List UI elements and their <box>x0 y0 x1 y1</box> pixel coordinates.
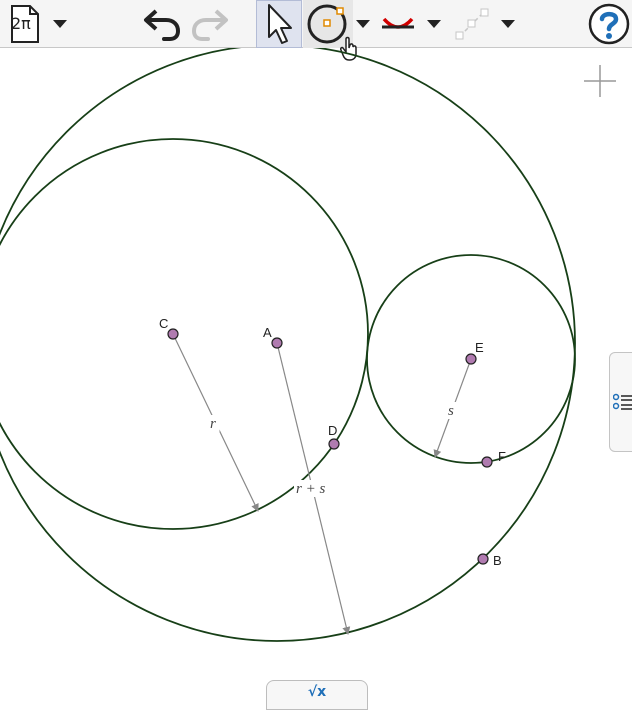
triangle-down-icon <box>427 20 441 28</box>
arc-tool-button[interactable] <box>376 0 420 48</box>
point-label: B <box>493 553 502 568</box>
graphics-view[interactable]: r r + s s C A E D F B <box>0 48 632 704</box>
point-label: C <box>159 316 168 331</box>
triangle-down-icon <box>356 20 370 28</box>
segment-label: s <box>448 403 454 419</box>
redo-button[interactable] <box>188 0 232 48</box>
point-label: A <box>263 325 272 340</box>
algebra-input-tab[interactable]: √x <box>266 680 368 710</box>
point-label: D <box>328 423 337 438</box>
point-a[interactable] <box>271 337 283 349</box>
large-circle[interactable] <box>0 48 576 642</box>
style-bar-toggle[interactable] <box>609 352 632 452</box>
point-label: E <box>475 340 484 355</box>
circle-c[interactable] <box>0 138 369 530</box>
help-button[interactable] <box>586 0 632 48</box>
point-label: F <box>498 449 506 464</box>
toolbar: 2π <box>0 0 632 61</box>
style-list-icon <box>613 393 632 410</box>
point-c[interactable] <box>167 328 179 340</box>
point-b[interactable] <box>477 553 489 565</box>
segment-label: r <box>210 416 216 432</box>
segment-label: r + s <box>296 481 325 497</box>
redo-icon <box>191 9 228 41</box>
zoom-plus-icon[interactable] <box>584 65 616 97</box>
undo-icon <box>144 9 181 41</box>
segment-tool-button[interactable] <box>450 0 494 48</box>
arc-icon <box>382 17 414 29</box>
app-menu-button[interactable]: 2π <box>2 0 46 48</box>
segment-tool-dropdown[interactable] <box>498 0 518 48</box>
cursor-arrow-icon <box>268 4 292 44</box>
triangle-down-icon <box>501 20 515 28</box>
circle-tool-dropdown[interactable] <box>354 0 372 48</box>
undo-button[interactable] <box>140 0 184 48</box>
point-f[interactable] <box>481 456 493 468</box>
app-menu-dropdown[interactable] <box>50 0 70 48</box>
triangle-down-icon <box>53 20 67 28</box>
point-e[interactable] <box>465 353 477 365</box>
arc-tool-dropdown[interactable] <box>424 0 444 48</box>
sqrt-x-icon: √x <box>307 684 327 700</box>
move-tool-button[interactable] <box>256 0 302 48</box>
help-icon <box>588 3 630 45</box>
segment-icon <box>455 8 489 40</box>
point-d[interactable] <box>328 438 340 450</box>
app-label: 2π <box>11 14 31 33</box>
